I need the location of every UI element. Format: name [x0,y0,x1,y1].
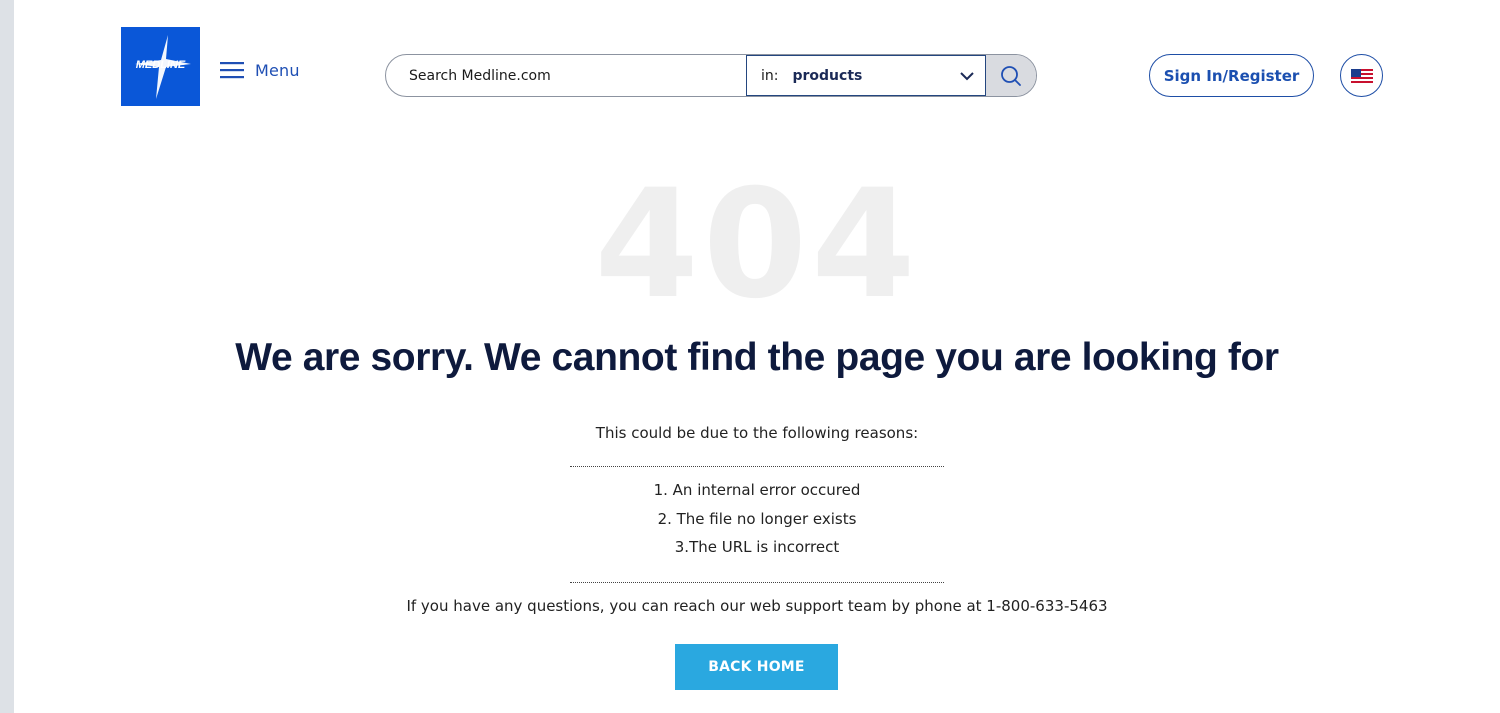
reason-item: 2. The file no longer exists [657,510,857,528]
logo-text: MEDLINE [136,59,186,71]
dotted-divider [570,466,944,467]
reason-item: 3.The URL is incorrect [674,538,840,556]
region-selector[interactable] [1340,54,1383,97]
search-bar: in: products [385,54,1037,97]
reason-item: 1. An internal error occured [653,481,861,499]
error-headline: We are sorry. We cannot find the page yo… [235,336,1279,379]
medline-logo[interactable]: MEDLINE [121,27,200,106]
menu-button[interactable]: Menu [220,60,300,80]
error-code: 404 [594,158,920,332]
hamburger-icon [220,62,244,79]
scope-value: products [792,67,863,84]
sign-in-register-button[interactable]: Sign In/Register [1149,54,1314,97]
reasons-intro: This could be due to the following reaso… [595,424,919,442]
us-flag-icon [1350,68,1373,83]
support-text: If you have any questions, you can reach… [406,597,1108,615]
left-rail [0,0,14,713]
search-button[interactable] [986,55,1036,96]
search-input[interactable] [386,55,746,96]
menu-label: Menu [255,60,300,80]
search-icon [1001,65,1021,86]
page: MEDLINE Menu in: products Sign In/Regis [14,0,1500,713]
chevron-down-icon [960,72,974,81]
back-home-button[interactable]: BACK HOME [675,644,838,690]
search-scope-select[interactable]: in: products [746,55,986,96]
scope-prefix: in: [761,67,779,84]
dotted-divider [570,582,944,583]
